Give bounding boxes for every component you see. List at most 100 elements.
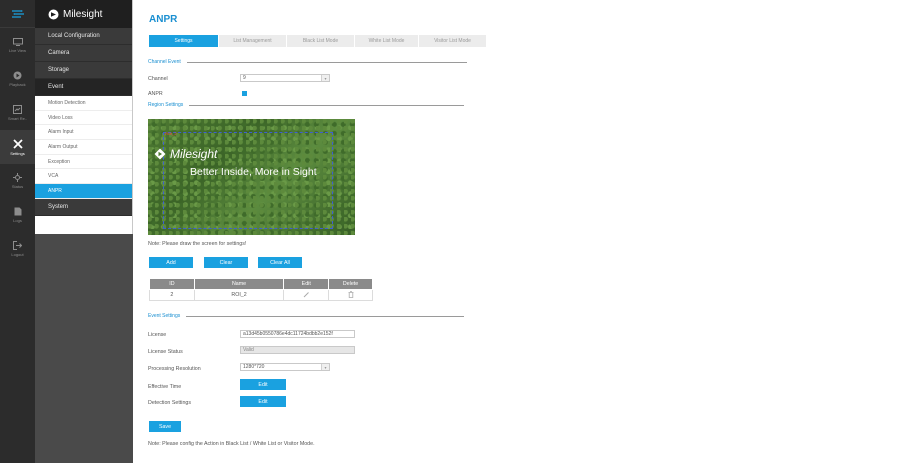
section-title: Channel Event xyxy=(148,59,181,65)
menu-toggle-icon xyxy=(11,9,24,18)
playback-icon xyxy=(13,71,22,80)
pencil-icon[interactable] xyxy=(303,291,310,298)
menu-system[interactable]: System xyxy=(35,198,132,216)
license-status-label: License Status xyxy=(148,349,183,355)
table-row: 2 ROI_2 xyxy=(149,289,373,301)
license-field[interactable]: a13d45b0550786e4dc11724bdbb2e152f xyxy=(240,330,355,338)
rail-item-live-view[interactable]: Live View xyxy=(0,28,35,62)
tab-settings[interactable]: Settings xyxy=(149,35,219,47)
milesight-logo-icon xyxy=(48,9,59,19)
roi-tag-label: ROI_2 xyxy=(165,131,177,136)
edit-cell xyxy=(283,289,330,301)
rail-item-label: Smart Re.. xyxy=(7,116,28,121)
rail-item-playback[interactable]: Playback xyxy=(0,62,35,96)
rail-item-label: Logout xyxy=(11,252,24,257)
menu-local-configuration[interactable]: Local Configuration xyxy=(35,28,132,45)
anpr-label: ANPR xyxy=(148,91,163,97)
delete-cell xyxy=(328,289,373,301)
license-status-field: Valid xyxy=(240,346,355,354)
footer-note: Note: Please config the Action in Black … xyxy=(148,441,315,447)
cell-id: 2 xyxy=(149,289,195,301)
channel-value: 9 xyxy=(243,75,246,81)
menu-item-alarm-output[interactable]: Alarm Output xyxy=(35,140,132,155)
chevron-down-icon: ▾ xyxy=(321,75,329,81)
section-divider xyxy=(186,61,467,63)
detection-settings-label: Detection Settings xyxy=(148,400,191,406)
add-button[interactable]: Add xyxy=(149,257,193,268)
icon-rail: Live View Playback Smart Re.. Settings S… xyxy=(0,0,35,463)
save-button[interactable]: Save xyxy=(149,421,181,432)
effective-time-label: Effective Time xyxy=(148,384,182,390)
region-preview-canvas[interactable]: ROI_2 Milesight Better Inside, More in S… xyxy=(148,119,355,235)
processing-resolution-value: 1280*720 xyxy=(243,364,265,370)
menu-storage[interactable]: Storage xyxy=(35,62,132,79)
watermark-logo: Milesight xyxy=(154,147,217,161)
section-title: Region Settings xyxy=(148,102,184,108)
status-icon xyxy=(13,173,22,182)
clear-all-button[interactable]: Clear All xyxy=(258,257,302,268)
tab-white-list-mode[interactable]: White List Mode xyxy=(355,35,419,47)
brand-name: Milesight xyxy=(63,8,103,20)
brand-logo: Milesight xyxy=(35,0,132,28)
milesight-watermark-icon xyxy=(154,148,166,160)
menu-toggle[interactable] xyxy=(0,0,35,28)
processing-resolution-label: Processing Resolution xyxy=(148,366,201,372)
app-window: Live View Playback Smart Re.. Settings S… xyxy=(0,0,901,463)
logs-icon xyxy=(14,207,21,216)
rail-item-smart-search[interactable]: Smart Re.. xyxy=(0,96,35,130)
menu-item-anpr[interactable]: ANPR xyxy=(35,184,132,199)
menu-event[interactable]: Event xyxy=(35,79,132,96)
tab-black-list-mode[interactable]: Black List Mode xyxy=(287,35,355,47)
section-divider xyxy=(189,104,465,106)
menu-item-motion-detection[interactable]: Motion Detection xyxy=(35,96,132,111)
tab-list-management[interactable]: List Management xyxy=(219,35,287,47)
trash-icon[interactable] xyxy=(348,290,354,298)
anpr-checkbox[interactable] xyxy=(242,91,247,96)
processing-resolution-select[interactable]: 1280*720 ▾ xyxy=(240,363,330,371)
menu-camera[interactable]: Camera xyxy=(35,45,132,62)
section-event-settings: Event Settings xyxy=(148,313,465,319)
logout-icon xyxy=(13,241,22,250)
menu-item-alarm-input[interactable]: Alarm Input xyxy=(35,125,132,141)
rail-item-label: Live View xyxy=(8,47,27,53)
page-title: ANPR xyxy=(149,14,178,25)
menu-item-video-loss[interactable]: Video Loss xyxy=(35,110,132,126)
rail-item-label: Logs xyxy=(13,218,22,223)
license-label: License xyxy=(148,332,167,338)
settings-menu: Milesight Local Configuration Camera Sto… xyxy=(35,0,133,463)
rail-item-label: Settings xyxy=(10,150,25,156)
menu-item-exception[interactable]: Exception xyxy=(35,154,132,170)
chevron-down-icon: ▾ xyxy=(321,364,329,370)
detection-settings-edit-button[interactable]: Edit xyxy=(240,396,286,407)
table-header-row: ID Name Edit Delete xyxy=(149,278,373,290)
main-content: ANPR Settings List Management Black List… xyxy=(136,0,901,463)
rail-item-settings[interactable]: Settings xyxy=(0,130,35,164)
live-view-icon xyxy=(12,37,23,46)
rail-item-label: Playback xyxy=(9,82,26,87)
watermark-slogan: Better Inside, More in Sight xyxy=(190,166,317,178)
section-divider xyxy=(186,315,465,317)
rail-item-status[interactable]: Status xyxy=(0,164,35,198)
settings-icon xyxy=(12,138,23,149)
column-header-id: ID xyxy=(149,278,195,290)
menu-background xyxy=(35,234,133,463)
section-channel-event: Channel Event xyxy=(148,59,467,65)
rail-item-logs[interactable]: Logs xyxy=(0,198,35,232)
tab-bar: Settings List Management Black List Mode… xyxy=(149,35,487,47)
channel-label: Channel xyxy=(148,76,168,82)
tab-visitor-list-mode[interactable]: Visitor List Mode xyxy=(419,35,487,47)
region-note: Note: Please draw the screen for setting… xyxy=(148,241,247,247)
roi-table: ID Name Edit Delete 2 ROI_2 xyxy=(149,278,373,301)
column-header-delete: Delete xyxy=(328,278,373,290)
column-header-edit: Edit xyxy=(283,278,330,290)
rail-item-logout[interactable]: Logout xyxy=(0,232,35,266)
clear-button[interactable]: Clear xyxy=(204,257,248,268)
watermark-brand: Milesight xyxy=(170,147,218,161)
column-header-name: Name xyxy=(193,278,285,290)
channel-select[interactable]: 9 ▾ xyxy=(240,74,330,82)
menu-item-vca[interactable]: VCA xyxy=(35,169,132,185)
section-region-settings: Region Settings xyxy=(148,102,465,108)
rail-item-label: Status xyxy=(11,184,24,189)
effective-time-edit-button[interactable]: Edit xyxy=(240,379,286,390)
cell-name: ROI_2 xyxy=(193,289,285,301)
